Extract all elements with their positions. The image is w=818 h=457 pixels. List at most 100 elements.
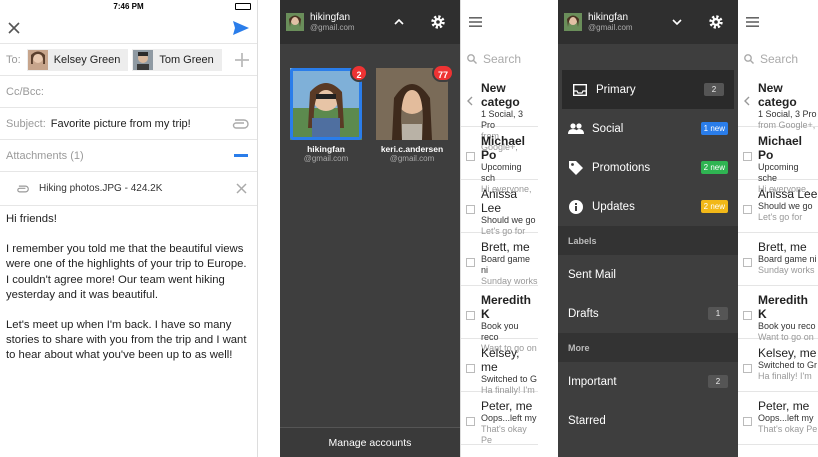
avatar: [27, 49, 48, 70]
menu-item-promotions[interactable]: Promotions 2 new: [558, 148, 738, 187]
checkbox[interactable]: [743, 364, 752, 373]
inbox-toolbar: [461, 0, 538, 44]
mail-row[interactable]: Brett, me Board game ni Sunday works: [461, 233, 538, 286]
mail-row[interactable]: Meredith K Book you reco Want to go on: [738, 286, 818, 342]
new-badge: 2 new: [700, 200, 728, 213]
menu-icon[interactable]: [746, 17, 759, 27]
mail-sender: Kelsey, me: [481, 346, 520, 374]
account-tile[interactable]: 2 hikingfan @gmail.com: [290, 64, 368, 163]
menu-item-drafts[interactable]: Drafts 1: [558, 294, 738, 333]
mail-row[interactable]: New catego 1 Social, 3 Pro from Google+,: [461, 74, 538, 152]
menu-item-social[interactable]: Social 1 new: [558, 109, 738, 148]
mail-subject: Should we go: [758, 201, 813, 211]
paperclip-icon: [16, 185, 29, 193]
mail-row[interactable]: Meredith K Book you reco Want to go on: [461, 286, 538, 353]
subject-field[interactable]: Subject: Favorite picture from my trip!: [0, 108, 257, 140]
to-field[interactable]: To: Kelsey Green Tom Green: [0, 44, 257, 76]
labels-section-header: Labels: [558, 226, 738, 255]
mail-snippet: Sunday works: [758, 265, 815, 275]
menu-icon[interactable]: [469, 17, 482, 27]
subject-input[interactable]: Favorite picture from my trip!: [51, 118, 191, 130]
inbox-icon: [572, 82, 588, 98]
account-name: hikingfan: [307, 144, 345, 154]
checkbox[interactable]: [466, 152, 475, 161]
ccbcc-label: Cc/Bcc:: [6, 85, 44, 98]
mail-subject: Board game ni: [758, 254, 817, 264]
mail-sender: Brett, me: [481, 240, 530, 254]
checkbox[interactable]: [743, 205, 752, 214]
recipient-chip[interactable]: Kelsey Green: [26, 48, 129, 71]
menu-item-primary[interactable]: Primary 2: [562, 70, 734, 109]
account-tile[interactable]: 77 keri.c.andersen @gmail.com: [376, 64, 454, 163]
mail-row[interactable]: Peter, me Oops...left my That's okay Pe: [461, 392, 538, 445]
mail-sender: Brett, me: [758, 240, 807, 254]
menu-item-label: Updates: [592, 200, 635, 213]
drawer-header[interactable]: hikingfan @gmail.com: [280, 0, 460, 44]
checkbox[interactable]: [743, 417, 752, 426]
gear-icon[interactable]: [708, 14, 724, 30]
label-menu: hikingfan @gmail.com Primary 2 Social 1 …: [558, 0, 738, 457]
menu-item-updates[interactable]: Updates 2 new: [558, 187, 738, 226]
add-recipient-icon[interactable]: [235, 52, 249, 67]
attachment-item[interactable]: Hiking photos.JPG - 424.2K: [0, 172, 257, 206]
checkbox[interactable]: [466, 311, 475, 320]
recipient-name: Tom Green: [159, 53, 214, 66]
chevron-up-icon[interactable]: [394, 19, 404, 25]
new-badge: 2 new: [700, 161, 728, 174]
checkbox[interactable]: [743, 258, 752, 267]
mail-row[interactable]: Kelsey, me Switched to G Ha finally! I'm: [461, 339, 538, 395]
mail-snippet: That's okay Pe: [481, 424, 527, 445]
paperclip-icon[interactable]: [231, 118, 249, 129]
to-label: To:: [6, 53, 21, 66]
menu-item-sent[interactable]: Sent Mail: [558, 255, 738, 294]
mail-snippet: Let's go for: [758, 212, 803, 222]
mail-row[interactable]: Anissa Lee Should we go Let's go for: [461, 180, 538, 236]
account-name: hikingfan: [310, 12, 351, 23]
mail-subject: Switched to Gr: [758, 360, 818, 370]
drawer-header[interactable]: hikingfan @gmail.com: [558, 0, 738, 44]
menu-item-label: Promotions: [592, 161, 651, 174]
menu-item-starred[interactable]: Starred: [558, 401, 738, 440]
mail-row[interactable]: Michael Po Upcoming sche Hi everyone,: [738, 127, 818, 194]
new-badge: 1 new: [700, 122, 728, 135]
close-icon[interactable]: [8, 22, 20, 34]
mail-row[interactable]: New catego 1 Social, 3 Pro from Google+,: [738, 74, 818, 130]
recipient-chip[interactable]: Tom Green: [132, 48, 222, 71]
mail-sender: Anissa Lee: [758, 187, 818, 201]
mail-row[interactable]: Brett, me Board game ni Sunday works: [738, 233, 818, 286]
mail-row[interactable]: Kelsey, me Switched to Gr Ha finally! I'm: [738, 339, 818, 392]
message-body[interactable]: Hi friends! I remember you told me that …: [0, 206, 257, 385]
mail-sender: Peter, me: [758, 399, 810, 413]
menu-item-label: Sent Mail: [568, 268, 616, 281]
subject-label: Subject:: [6, 117, 46, 130]
checkbox[interactable]: [743, 311, 752, 320]
collapse-minus-icon[interactable]: [234, 154, 248, 157]
ccbcc-field[interactable]: Cc/Bcc:: [0, 76, 257, 108]
mail-sender: Michael Po: [758, 134, 803, 162]
chevron-down-icon[interactable]: [672, 19, 682, 25]
mail-snippet: Ha finally! I'm: [758, 371, 812, 381]
checkbox[interactable]: [466, 205, 475, 214]
mail-sender: Kelsey, me: [758, 346, 817, 360]
avatar: [564, 13, 582, 31]
account-email: @gmail.com: [303, 154, 349, 163]
menu-item-important[interactable]: Important 2: [558, 362, 738, 401]
search-field[interactable]: Search: [738, 44, 818, 74]
checkbox[interactable]: [466, 258, 475, 267]
checkbox[interactable]: [743, 152, 752, 161]
gear-icon[interactable]: [430, 14, 446, 30]
search-placeholder: Search: [483, 52, 522, 66]
manage-accounts-button[interactable]: Manage accounts: [280, 427, 460, 457]
chevron-left-icon: [467, 96, 473, 106]
search-field[interactable]: Search: [461, 44, 538, 74]
mail-row[interactable]: Anissa Lee Should we go Let's go for: [738, 180, 818, 233]
checkbox[interactable]: [466, 417, 475, 426]
body-paragraph: I remember you told me that the beautifu…: [6, 243, 247, 301]
mail-row[interactable]: Peter, me Oops...left my That's okay Pe: [738, 392, 818, 445]
mail-row[interactable]: Michael Po Upcoming sch Hi everyone,: [461, 127, 538, 194]
send-icon[interactable]: [233, 21, 249, 35]
more-section-header: More: [558, 333, 738, 362]
checkbox[interactable]: [466, 364, 475, 373]
remove-attachment-icon[interactable]: [236, 183, 247, 194]
mail-sender: Anissa Lee: [481, 187, 518, 215]
